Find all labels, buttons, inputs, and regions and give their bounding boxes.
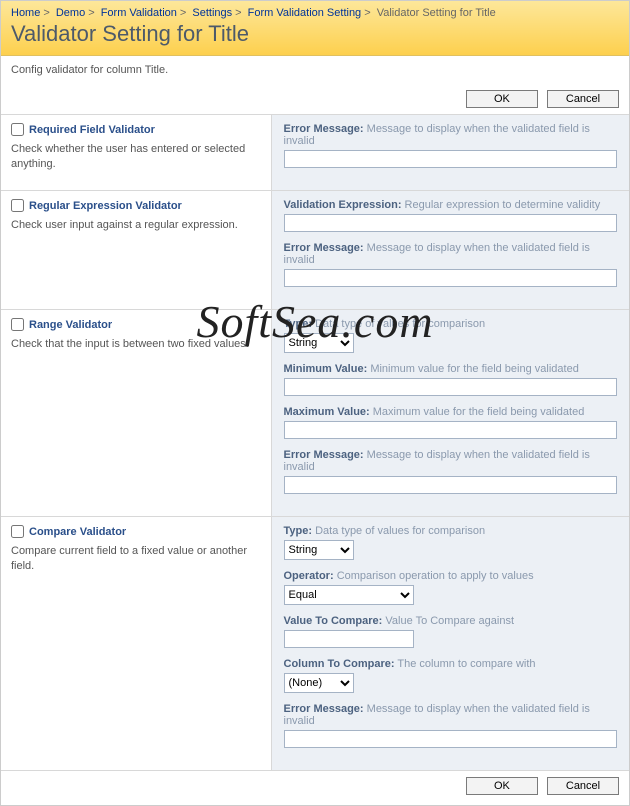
range-checkbox[interactable]: [11, 318, 24, 331]
field-hint: Comparison operation to apply to values: [337, 570, 534, 582]
regex-validator-section: Regular Expression Validator Check user …: [1, 191, 629, 310]
compare-label: Compare Validator: [29, 526, 126, 538]
range-description: Check that the input is between two fixe…: [11, 337, 261, 352]
field-hint: Maximum value for the field being valida…: [373, 406, 585, 418]
bottom-button-row: OK Cancel: [1, 770, 629, 805]
breadcrumb-item[interactable]: Settings: [192, 7, 232, 19]
field-hint: The column to compare with: [397, 658, 535, 670]
compare-checkbox[interactable]: [11, 525, 24, 538]
field-hint: Data type of values for comparison: [315, 318, 485, 330]
field-label: Maximum Value:: [284, 406, 370, 418]
field-label: Operator:: [284, 570, 334, 582]
regex-label: Regular Expression Validator: [29, 200, 182, 212]
page-header: Home> Demo> Form Validation> Settings> F…: [1, 1, 629, 56]
compare-value-input[interactable]: [284, 630, 414, 648]
compare-operator-select[interactable]: Equal: [284, 585, 414, 605]
field-label: Minimum Value:: [284, 363, 368, 375]
compare-column-select[interactable]: (None): [284, 673, 354, 693]
regex-checkbox[interactable]: [11, 199, 24, 212]
field-label: Error Message:: [284, 703, 364, 715]
field-hint: Regular expression to determine validity: [405, 199, 601, 211]
ok-button[interactable]: OK: [466, 90, 538, 108]
compare-validator-section: Compare Validator Compare current field …: [1, 517, 629, 770]
range-max-input[interactable]: [284, 421, 618, 439]
range-label: Range Validator: [29, 319, 112, 331]
required-label: Required Field Validator: [29, 124, 155, 136]
compare-error-input[interactable]: [284, 730, 618, 748]
page-container: Home> Demo> Form Validation> Settings> F…: [0, 0, 630, 806]
ok-button[interactable]: OK: [466, 777, 538, 795]
top-button-row: OK Cancel: [1, 86, 629, 115]
breadcrumb-item[interactable]: Home: [11, 7, 40, 19]
breadcrumb-current: Validator Setting for Title: [377, 7, 496, 19]
breadcrumb-item[interactable]: Form Validation: [101, 7, 177, 19]
required-validator-section: Required Field Validator Check whether t…: [1, 115, 629, 191]
range-error-input[interactable]: [284, 476, 618, 494]
range-validator-section: Range Validator Check that the input is …: [1, 310, 629, 517]
breadcrumb-item[interactable]: Demo: [56, 7, 85, 19]
range-min-input[interactable]: [284, 378, 618, 396]
field-label: Type:: [284, 318, 313, 330]
regex-expression-input[interactable]: [284, 214, 618, 232]
breadcrumb-item[interactable]: Form Validation Setting: [248, 7, 362, 19]
field-label: Type:: [284, 525, 313, 537]
page-title: Validator Setting for Title: [11, 21, 619, 47]
required-checkbox[interactable]: [11, 123, 24, 136]
regex-error-input[interactable]: [284, 269, 618, 287]
breadcrumb: Home> Demo> Form Validation> Settings> F…: [11, 7, 619, 19]
field-hint: Value To Compare against: [385, 615, 514, 627]
compare-description: Compare current field to a fixed value o…: [11, 544, 261, 574]
range-type-select[interactable]: String: [284, 333, 354, 353]
regex-description: Check user input against a regular expre…: [11, 218, 261, 233]
field-label: Error Message:: [284, 449, 364, 461]
field-hint: Minimum value for the field being valida…: [370, 363, 579, 375]
compare-type-select[interactable]: String: [284, 540, 354, 560]
field-label: Value To Compare:: [284, 615, 383, 627]
cancel-button[interactable]: Cancel: [547, 777, 619, 795]
field-label: Error Message:: [284, 242, 364, 254]
required-error-input[interactable]: [284, 150, 618, 168]
field-label: Column To Compare:: [284, 658, 395, 670]
field-label: Validation Expression:: [284, 199, 402, 211]
field-hint: Data type of values for comparison: [315, 525, 485, 537]
page-description: Config validator for column Title.: [1, 56, 629, 86]
field-label: Error Message:: [284, 123, 364, 135]
required-description: Check whether the user has entered or se…: [11, 142, 261, 172]
cancel-button[interactable]: Cancel: [547, 90, 619, 108]
